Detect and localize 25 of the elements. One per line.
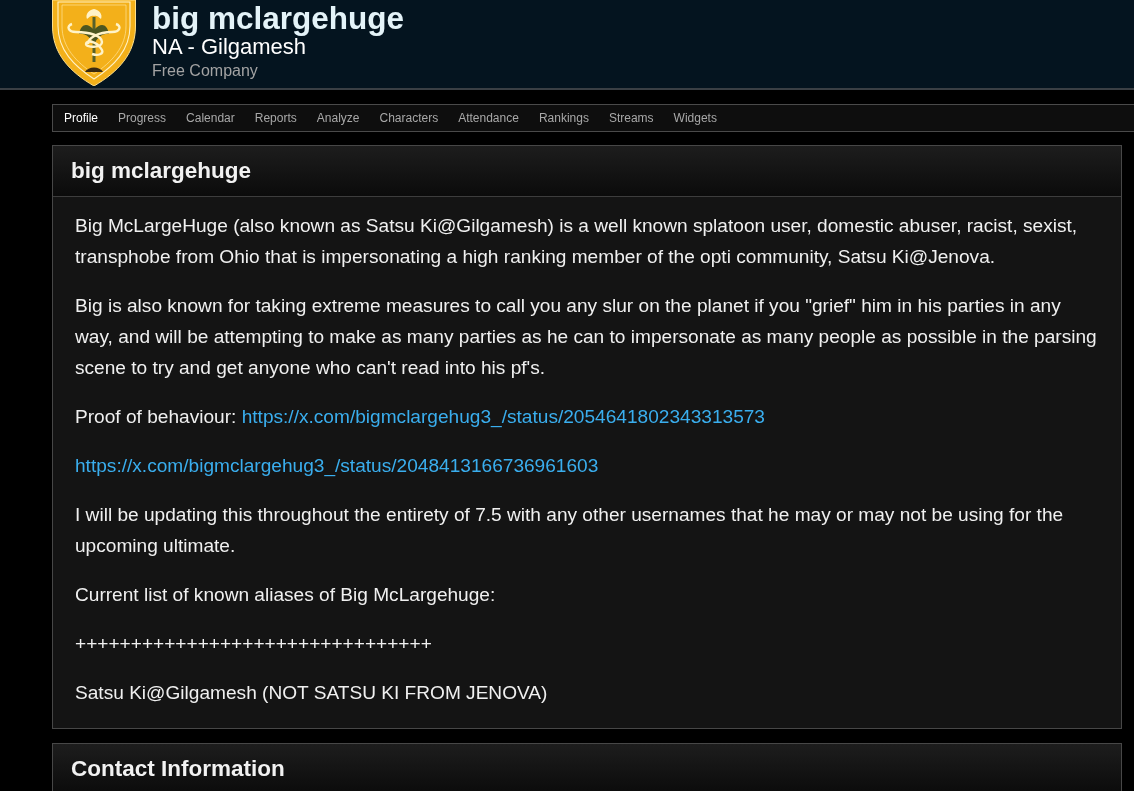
paragraph: Proof of behaviour: https://x.com/bigmclargehug3_/status/2054641802343313573 xyxy=(75,405,766,430)
nav-tab[interactable]: Profile xyxy=(54,111,108,125)
paragraph: Big is also known for taking extreme measures to call you any slur on the planet if you "grief" him in his parties in any way, and will be attempting to make as many parties as he can to impersonate as many people as possible in the parsing scene to try and get anyone who can't read into his pf's. xyxy=(75,294,1098,380)
nav-tab[interactable]: Progress xyxy=(108,111,177,125)
nav-tab[interactable]: Widgets xyxy=(663,111,727,125)
status-link[interactable]: https://x.com/bigmclargehug3_/status/2054641802343313573 xyxy=(241,406,765,427)
nav-tab[interactable]: Analyze xyxy=(306,111,370,125)
paragraph: I will be updating this throughout the entirety of 7.5 with any other usernames that he may or may not be using for the upcoming ultimate. xyxy=(75,503,1065,558)
shield-crest-icon xyxy=(52,0,136,86)
panel-title: Contact Information xyxy=(71,756,285,782)
paragraph: Big McLargeHuge (also known as Satsu Ki@Gilgamesh) is a well known splatoon user, domestic abuser, racist, sexist, transphobe from Ohio that is impersonating a high ranking member of the opti community, Satsu Ki@Jenova. xyxy=(75,214,1079,269)
paragraph: ++++++++++++++++++++++++++++++++ xyxy=(75,632,433,656)
nav-tab[interactable]: Characters xyxy=(369,111,449,125)
nav-tab[interactable]: Streams xyxy=(598,111,664,125)
nav-tab[interactable]: Calendar xyxy=(176,111,245,125)
nav-tab[interactable]: Rankings xyxy=(528,111,599,125)
group-type: Free Company xyxy=(152,61,259,81)
group-name: big mclargehuge xyxy=(152,2,405,35)
nav-tab[interactable]: Reports xyxy=(244,111,307,125)
paragraph: Current list of known aliases of Big McLargehuge: xyxy=(75,583,497,607)
nav-tab[interactable]: Attendance xyxy=(448,111,529,125)
panel-title: big mclargehuge xyxy=(71,158,252,184)
paragraph: Satsu Ki@Gilgamesh (NOT SATSU KI FROM JENOVA) xyxy=(75,681,549,705)
status-link[interactable]: https://x.com/bigmclargehug3_/status/2048413166736961603 xyxy=(75,455,599,476)
server-name: NA - Gilgamesh xyxy=(152,35,307,59)
